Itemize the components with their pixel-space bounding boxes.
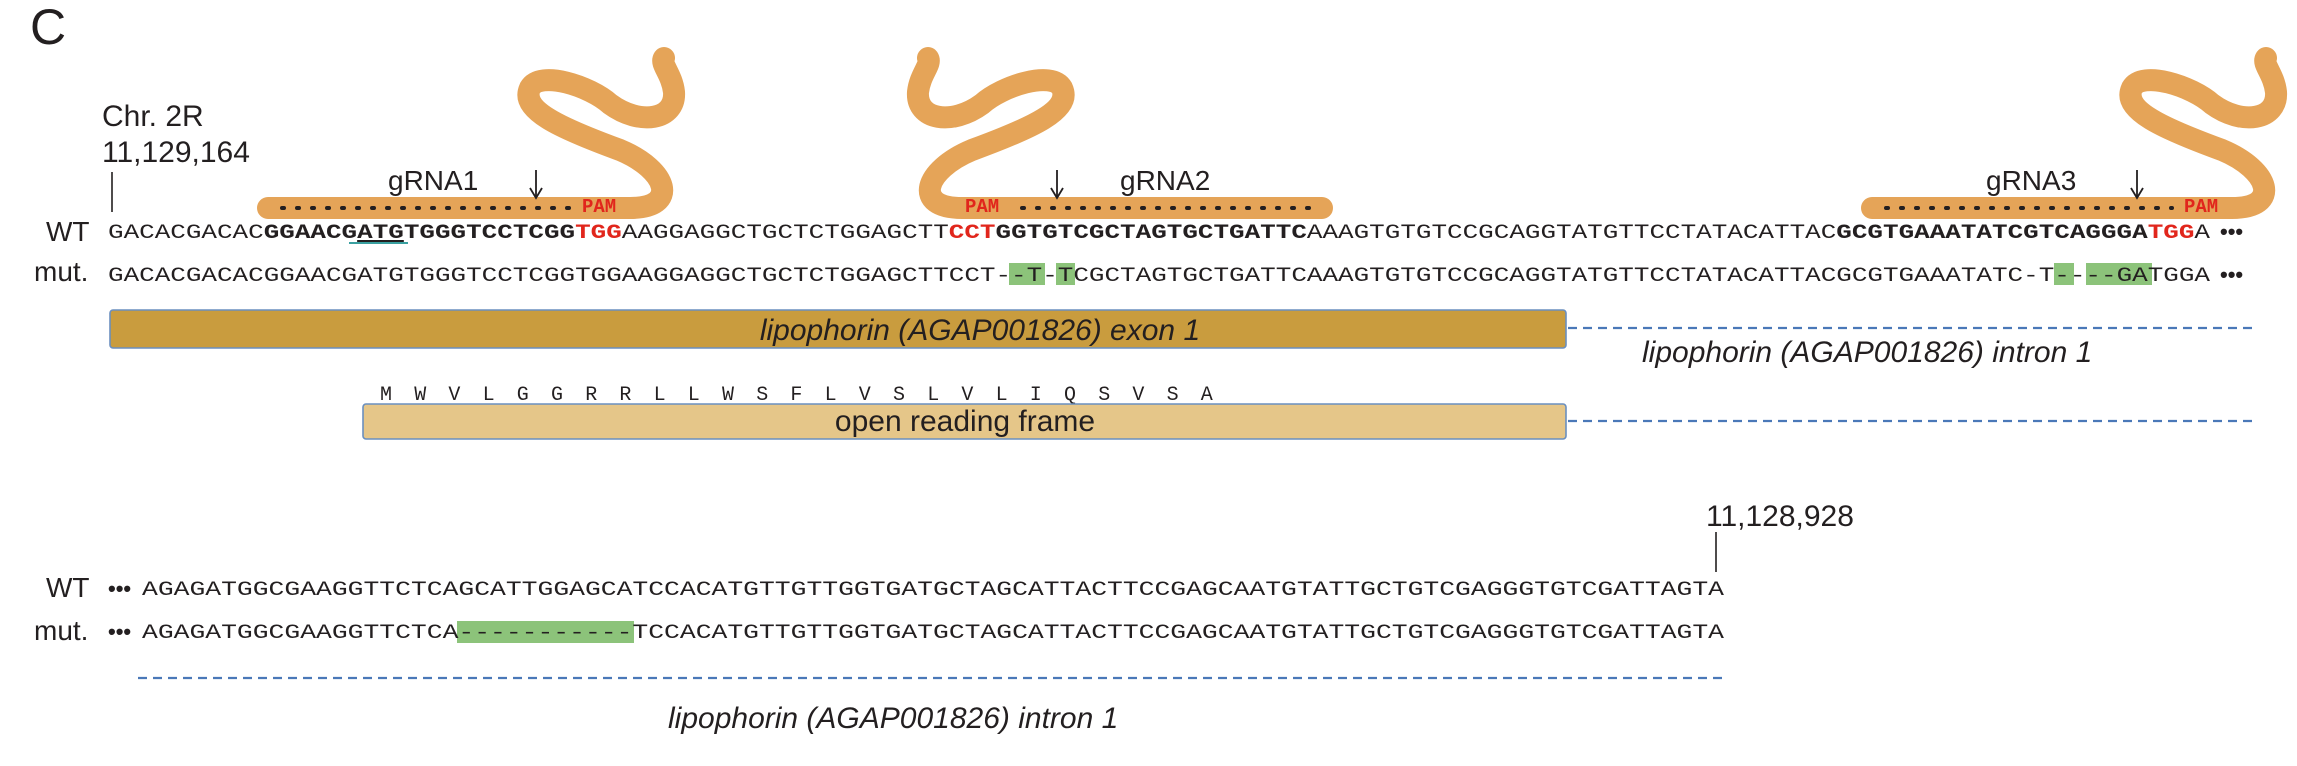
mut-row-label: mut.: [34, 256, 88, 287]
deletion: ----: [2054, 265, 2116, 288]
pam-site: CCT: [949, 222, 996, 245]
mut-row-label-2: mut.: [34, 615, 88, 646]
pam-site: TGG: [575, 222, 622, 245]
deletion: -----------: [458, 622, 632, 645]
mut-sequence-2: AGAGATGGCGAAGGTTCTCA ----------- TCCACATGT…: [142, 622, 1725, 645]
grna1-label: gRNA1: [388, 165, 478, 196]
exon-label: lipophorin (AGAP001826) exon 1: [760, 314, 1200, 347]
chromosome-label: Chr. 2R: [102, 100, 204, 133]
deletion: -: [2023, 265, 2039, 288]
grna2-cut-arrow: [1050, 170, 1064, 200]
mut-sequence-1: GACACGACACGGAACGATGTGGGTCCTCGGTGGAAGGAGG…: [108, 265, 2211, 288]
pam-site: TGG: [2148, 222, 2195, 245]
figure-canvas: C Chr. 2R 11,129,164 gRNA1 PAM gRNA2 PAM…: [30, 0, 2287, 735]
panel-label: C: [30, 0, 66, 55]
grna3-pam-label: PAM: [2184, 196, 2218, 218]
orf-label: open reading frame: [835, 405, 1095, 438]
wt-row-label-2: WT: [46, 572, 90, 603]
start-codon: ATG: [357, 222, 404, 245]
grna2-pam-label: PAM: [965, 196, 999, 218]
grna2-label: gRNA2: [1120, 165, 1210, 196]
intron-label-bottom: lipophorin (AGAP001826) intron 1: [668, 702, 1118, 735]
grna1-pam-label: PAM: [582, 196, 616, 218]
wt-sequence-2: AGAGATGGCGAAGGTTCTCAGCATTGGAGCATCCACATGT…: [142, 579, 1725, 602]
deletion: -: [1042, 265, 1058, 288]
deletion: --: [995, 265, 1026, 288]
continuation-dots: •••: [108, 619, 131, 644]
continuation-dots: •••: [108, 576, 131, 601]
continuation-dots: •••: [2220, 262, 2243, 287]
wt-sequence-1: GACACGACAC GGAACG ATG TGGGTCCTCGG TGG AAGGAGG…: [108, 222, 2211, 245]
intron-label-top: lipophorin (AGAP001826) intron 1: [1642, 336, 2092, 369]
continuation-dots: •••: [2220, 219, 2243, 244]
grna3-label: gRNA3: [1986, 165, 2076, 196]
start-coordinate: 11,129,164: [102, 136, 250, 169]
grna3-cut-arrow: [2130, 170, 2144, 200]
wt-row-label: WT: [46, 216, 90, 247]
end-coordinate: 11,128,928: [1706, 500, 1854, 533]
grna1-cut-arrow: [529, 170, 543, 200]
